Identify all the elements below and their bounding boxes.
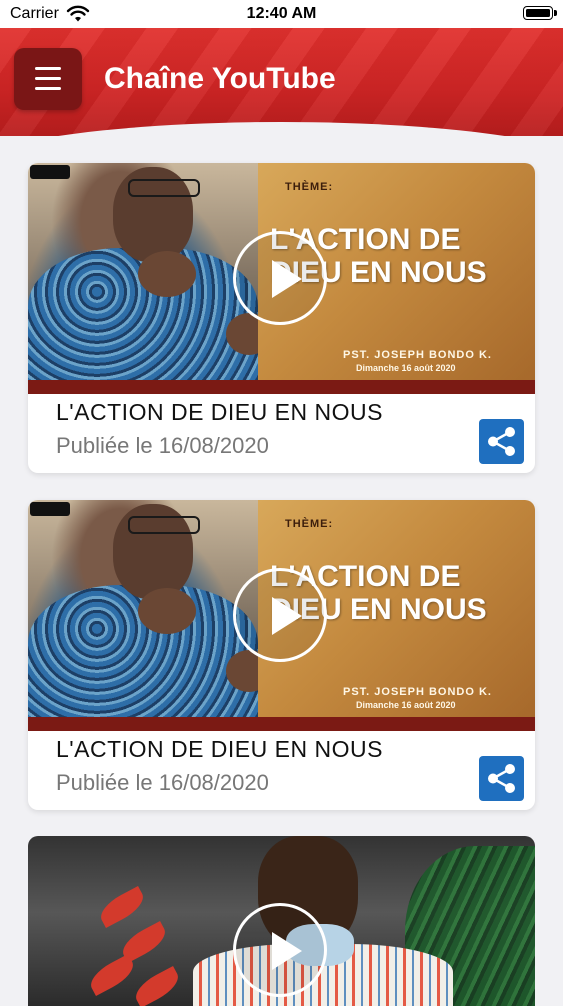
battery-icon [523, 6, 553, 20]
video-thumbnail[interactable]: THÈME: L'ACTION DE DIEU EN NOUS PST. JOS… [28, 500, 535, 731]
play-icon[interactable] [233, 903, 327, 997]
video-card[interactable]: THÈME: L'ACTION DE DIEU EN NOUS PST. JOS… [28, 163, 535, 473]
video-date: Publiée le 16/08/2020 [56, 433, 269, 458]
page-title: Chaîne YouTube [104, 62, 336, 95]
thumbnail-theme-label: THÈME: [285, 181, 334, 193]
video-title: L'ACTION DE DIEU EN NOUS [56, 736, 383, 762]
video-card[interactable] [28, 836, 535, 1006]
thumbnail-photo-hand [138, 251, 196, 297]
thumbnail-flower [95, 886, 149, 928]
video-title: L'ACTION DE DIEU EN NOUS [56, 399, 383, 425]
clock: 12:40 AM [246, 5, 317, 22]
hamburger-line [35, 87, 61, 90]
thumbnail-speaker: PST. JOSEPH BONDO K. [343, 686, 492, 698]
share-button[interactable] [479, 419, 524, 464]
thumbnail-bottom-strip [28, 380, 535, 394]
thumbnail-flower [85, 954, 139, 996]
channel-logo [30, 502, 70, 516]
share-button[interactable] [479, 756, 524, 801]
video-date: Publiée le 16/08/2020 [56, 770, 269, 795]
hamburger-menu-icon [35, 67, 61, 70]
thumbnail-theme-label: THÈME: [285, 518, 334, 530]
video-thumbnail[interactable]: THÈME: L'ACTION DE DIEU EN NOUS PST. JOS… [28, 163, 535, 394]
menu-button[interactable] [14, 48, 82, 110]
share-icon [488, 427, 515, 456]
battery-nub [554, 10, 557, 16]
thumbnail-date: Dimanche 16 août 2020 [356, 363, 456, 373]
play-icon[interactable] [233, 231, 327, 325]
channel-logo [30, 165, 70, 179]
header-curve [0, 122, 563, 136]
hamburger-line [35, 77, 61, 80]
video-card[interactable]: THÈME: L'ACTION DE DIEU EN NOUS PST. JOS… [28, 500, 535, 810]
thumbnail-photo-hand [138, 588, 196, 634]
thumbnail-bottom-strip [28, 717, 535, 731]
play-icon[interactable] [233, 568, 327, 662]
thumbnail-photo-glasses [128, 179, 200, 197]
status-bar: Carrier 12:40 AM [0, 0, 563, 28]
thumbnail-date: Dimanche 16 août 2020 [356, 700, 456, 710]
thumbnail-photo-glasses [128, 516, 200, 534]
thumbnail-speaker: PST. JOSEPH BONDO K. [343, 349, 492, 361]
share-icon [488, 764, 515, 793]
app-header: Chaîne YouTube [0, 28, 563, 136]
thumbnail-flower [130, 966, 184, 1006]
